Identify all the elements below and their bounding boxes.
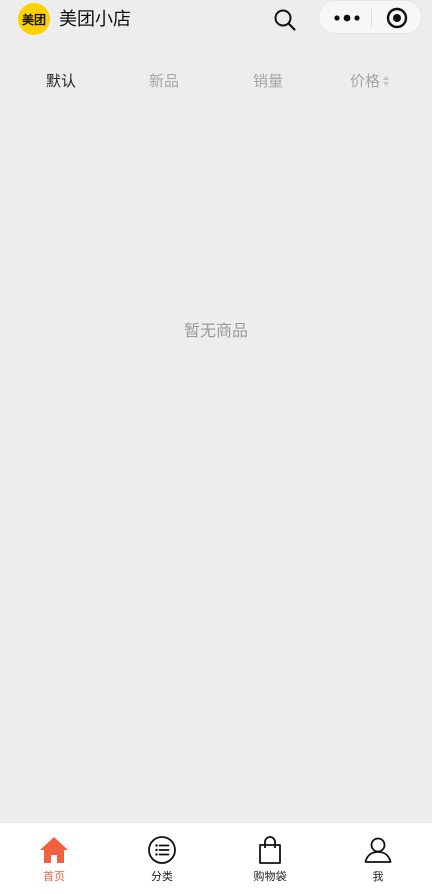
list-icon: [148, 836, 176, 864]
more-dots-icon[interactable]: [331, 8, 363, 28]
meituan-logo: 美团: [18, 3, 50, 35]
nav-label-home: 首页: [43, 870, 65, 883]
nav-item-me[interactable]: 我: [324, 823, 432, 894]
nav-item-bag[interactable]: 购物袋: [216, 823, 324, 894]
capsule-divider: [371, 9, 372, 27]
app-title: 美团小店: [59, 9, 131, 30]
top-bar: 美团 美团小店: [0, 0, 432, 40]
sort-arrows-icon: [383, 75, 390, 86]
nav-item-category[interactable]: 分类: [108, 823, 216, 894]
target-close-icon[interactable]: [385, 6, 409, 30]
tab-new[interactable]: 新品: [134, 66, 194, 96]
tab-price-label: 价格: [350, 72, 381, 90]
tab-sales[interactable]: 销量: [238, 66, 298, 96]
search-icon[interactable]: [273, 8, 297, 32]
tab-price[interactable]: 价格: [340, 66, 400, 96]
mini-program-capsule: [318, 0, 422, 34]
shopping-bag-icon: [259, 836, 281, 864]
bottom-nav: 首页 分类 购物袋 我: [0, 822, 432, 894]
app-root: 美团 美团小店 默认 新品 销量 价格 暂无商品 首页 分类 购物袋 我: [0, 0, 432, 894]
tab-default[interactable]: 默认: [31, 66, 91, 96]
nav-label-me: 我: [372, 870, 384, 883]
user-icon: [364, 837, 392, 863]
home-icon: [40, 837, 68, 863]
logo-text: 美团: [21, 12, 46, 27]
sort-tabs: 默认 新品 销量 价格: [0, 66, 432, 96]
nav-label-category: 分类: [151, 870, 173, 883]
nav-label-bag: 购物袋: [253, 870, 287, 883]
empty-state-message: 暂无商品: [183, 321, 248, 340]
nav-item-home[interactable]: 首页: [0, 823, 108, 894]
